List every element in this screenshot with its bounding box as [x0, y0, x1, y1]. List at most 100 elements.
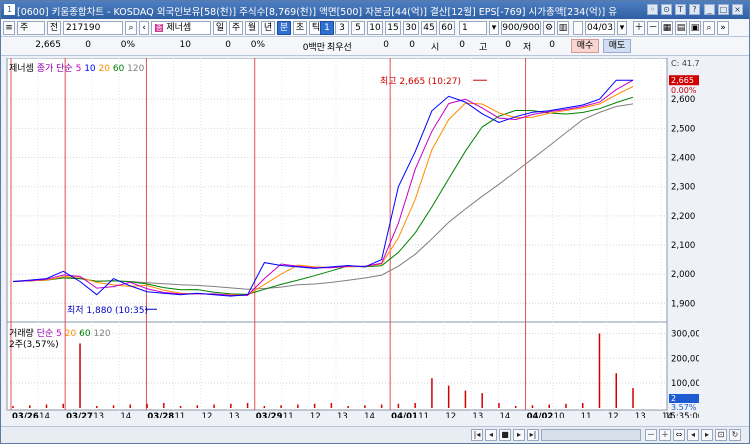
price-tick-label: 2,500 [671, 124, 695, 134]
x-tick-label: 14 [120, 412, 131, 418]
sell-button[interactable]: 매도 [603, 39, 631, 53]
buy-button[interactable]: 매수 [571, 39, 599, 53]
x-tick-label: 03/29 [256, 412, 283, 418]
chart-canvas[interactable]: 1,900 2,000 2,100 2,200 2,300 2,400 2,500 2,600… [5, 58, 699, 418]
scroll-thumb[interactable] [541, 429, 641, 441]
close-icon[interactable]: × [732, 4, 743, 15]
period-week[interactable]: 주 [229, 21, 243, 35]
calendar-icon[interactable]: ▾ [617, 21, 627, 35]
x-tick-label: 13 [635, 412, 646, 418]
help-icon[interactable]: ? [689, 4, 700, 15]
period-year[interactable]: 년 [261, 21, 275, 35]
last-volume-label: 2 [671, 394, 676, 403]
zoom-in-icon[interactable]: ＋ [633, 21, 645, 35]
x-tick-label: 14 [500, 412, 511, 418]
type-select[interactable]: 주 [17, 21, 45, 35]
count-dropdown-icon[interactable]: ▾ [489, 21, 499, 35]
interval-30[interactable]: 30 [403, 21, 419, 35]
interval-1[interactable]: 1 [320, 21, 334, 35]
count-input[interactable]: 1 [459, 21, 487, 35]
code-input[interactable]: 217190 [63, 21, 123, 35]
settings-icon[interactable]: ⚙ [543, 21, 555, 35]
open-value: 0 [459, 40, 465, 50]
volume-sub-label: 2주(3,57%) [9, 340, 59, 350]
period-second[interactable]: 초 [293, 21, 307, 35]
interval-10[interactable]: 10 [367, 21, 383, 35]
low-value: 0 [549, 40, 555, 50]
first-icon[interactable]: |◂ [471, 429, 483, 441]
volume-legend-ma20: 20 [64, 329, 77, 339]
count-display: 900/900 [501, 21, 541, 35]
stock-name-text: 제너셈 [166, 23, 192, 33]
prev-icon[interactable]: ‹ [139, 21, 149, 35]
ask-value: 0 [383, 40, 389, 50]
interval-60[interactable]: 60 [439, 21, 455, 35]
chart-scrollbar[interactable]: |◂ ◂ ■ ▸ ▸| － ＋ ⇔ ◂ ▸ ⊡ ↻ [1, 426, 749, 443]
interval-45[interactable]: 45 [421, 21, 437, 35]
trade-amount: 0백만 [302, 43, 325, 53]
stock-name[interactable]: 종 제너셈 [151, 21, 211, 35]
x-tick-label: 03/27 [66, 412, 93, 418]
period-select[interactable]: 전 [47, 21, 61, 35]
chart-panel[interactable]: 1,900 2,000 2,100 2,200 2,300 2,400 2,500 2,600… [5, 58, 699, 418]
price-legend-ma5: 5 [75, 64, 82, 74]
high-label: 고 [479, 43, 488, 53]
app-number-badge: 1 [4, 4, 15, 15]
last-volume-pct: 3.57% [671, 403, 697, 412]
low-label: 저 [523, 43, 532, 53]
lock-icon[interactable]: ⊡ [715, 429, 727, 441]
current-price: 2,665 [35, 40, 61, 50]
price-change: 0 [85, 40, 91, 50]
chart-window: 1 [0600] 키움종합차트 - KOSDAQ 외국인보유[58(천)] 주식… [0, 0, 750, 444]
low-annotation: 최저 1,880 (10:35) [67, 305, 148, 316]
price-legend-ma60: 60 [112, 64, 125, 74]
volume-legend-ma60: 60 [79, 329, 91, 339]
volume-legend-ma120: 120 [93, 329, 111, 339]
next-page-icon[interactable]: ▸ [513, 429, 525, 441]
refresh-icon[interactable]: ↻ [729, 429, 741, 441]
x-tick-label: 11 [581, 412, 592, 418]
more-icon[interactable]: » [717, 21, 729, 35]
last-price-pct: 0.00% [671, 86, 697, 95]
interval-3[interactable]: 3 [335, 21, 349, 35]
period-month[interactable]: 월 [245, 21, 259, 35]
zoom-out-icon[interactable]: － [647, 21, 659, 35]
menu-icon[interactable]: ≡ [3, 21, 15, 35]
search-icon[interactable]: ⌕ [125, 21, 137, 35]
zoom-in-bar-icon[interactable]: ＋ [659, 429, 671, 441]
volume-value: 10 [179, 40, 191, 50]
save-icon[interactable]: ▤ [675, 21, 687, 35]
interval-5[interactable]: 5 [351, 21, 365, 35]
prev-page-icon[interactable]: ◂ [485, 429, 497, 441]
priority-label: 최우선 [327, 43, 352, 53]
layout-icon[interactable]: ▦ [661, 21, 673, 35]
date-check[interactable] [573, 21, 583, 35]
price-tick-label: 2,100 [671, 241, 695, 251]
pause-icon[interactable]: ■ [499, 429, 511, 441]
link-icon[interactable]: ⊙ [661, 4, 672, 15]
interval-15[interactable]: 15 [385, 21, 401, 35]
period-day[interactable]: 일 [213, 21, 227, 35]
tool-icon[interactable]: T [675, 4, 686, 15]
maximize-icon[interactable]: □ [718, 4, 729, 15]
scroll-left-icon[interactable]: ◂ [687, 429, 699, 441]
chart-type-icon[interactable]: ▥ [557, 21, 569, 35]
date-input[interactable]: 04/03 [585, 21, 615, 35]
magnifier-icon[interactable]: ⌕ [703, 21, 715, 35]
minimize-icon[interactable]: _ [704, 4, 715, 15]
x-tick-label: 12 [202, 412, 213, 418]
x-tick-label: 13 [229, 412, 240, 418]
zoom-out-bar-icon[interactable]: － [645, 429, 657, 441]
period-minute[interactable]: 분 [277, 21, 291, 35]
print-icon[interactable]: ▣ [689, 21, 701, 35]
pin-icon[interactable]: ◦ [647, 4, 658, 15]
x-tick-label: 14 [364, 412, 375, 418]
price-plot-frame [6, 58, 668, 323]
x-tick-label: 13 [337, 412, 348, 418]
prev-close-label: C: 41.76 [671, 59, 699, 68]
price-legend-ma10: 10 [84, 64, 96, 74]
fit-icon[interactable]: ⇔ [673, 429, 685, 441]
open-label: 시 [431, 43, 440, 53]
scroll-right-icon[interactable]: ▸ [701, 429, 713, 441]
last-icon[interactable]: ▸| [527, 429, 539, 441]
